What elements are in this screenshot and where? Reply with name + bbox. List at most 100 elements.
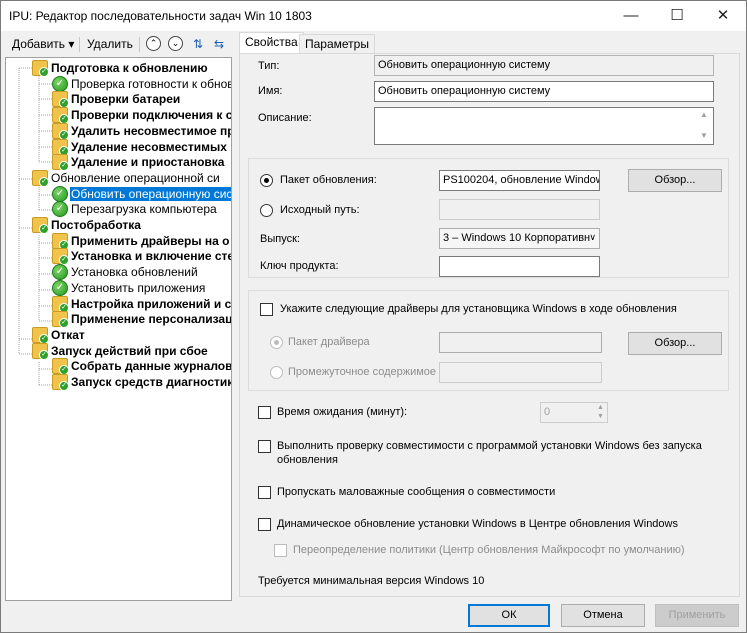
- check-badge-icon: ✓: [39, 350, 49, 360]
- reorder-icon[interactable]: ⇅: [190, 36, 206, 52]
- tab-properties[interactable]: Свойства: [239, 32, 304, 54]
- tree-item-label: Настройка приложений и с: [71, 297, 232, 311]
- window-title: IPU: Редактор последовательности задач W…: [9, 9, 312, 23]
- compat-scan-label-2: обновления: [277, 454, 338, 466]
- tree-item-label: Подготовка к обновлению: [51, 61, 208, 75]
- scroll-down-icon[interactable]: ▼: [699, 132, 709, 140]
- task-tree[interactable]: ✓ Подготовка к обновлению ✓ Проверка готовн…: [5, 57, 232, 601]
- tree-item-label: Запуск действий при сбое: [51, 344, 208, 358]
- toolbar: Добавить ▾ Удалить ⌃ ⌄ ⇅ ⇆: [1, 32, 237, 56]
- compat-scan-label-1: Выполнить проверку совместимости с прогр…: [277, 440, 702, 452]
- dynamic-update-label: Динамическое обновление установки Window…: [277, 518, 678, 530]
- timeout-label: Время ожидания (минут):: [277, 406, 408, 418]
- check-badge-icon: ✓: [59, 318, 69, 328]
- timeout-spinner[interactable]: ▲ ▼: [593, 403, 608, 422]
- folder-check-icon: ✓: [52, 107, 69, 124]
- dynamic-update-checkbox[interactable]: [258, 518, 271, 531]
- tree-item-label: Применение персонализаци: [71, 312, 232, 326]
- move-up-icon[interactable]: ⌃: [146, 36, 161, 51]
- compat-scan-checkbox[interactable]: [258, 440, 271, 453]
- type-field: Обновить операционную систему: [374, 55, 714, 76]
- tree-item-label: Собрать данные журналов: [71, 359, 232, 373]
- min-version-note: Требуется минимальная версия Windows 10: [258, 575, 485, 587]
- check-badge-icon: ✓: [59, 161, 69, 171]
- tree-item-label: Удаление и приостановка: [71, 155, 225, 169]
- tree-item-label: Запуск средств диагностик: [71, 375, 232, 389]
- tree-item-label: Применить драйверы на о: [71, 234, 230, 248]
- folder-check-icon: ✓: [32, 60, 49, 77]
- tree-item-label: Установка обновлений: [71, 265, 198, 279]
- staged-content-label: Промежуточное содержимое: [288, 366, 437, 378]
- override-policy-checkbox[interactable]: [274, 544, 287, 557]
- folder-check-icon: ✓: [32, 343, 49, 360]
- check-badge-icon: ✓: [39, 177, 49, 187]
- upgrade-package-field: PS100204, обновление Windows: [439, 170, 600, 191]
- tree-item-label: Перезагрузка компьютера: [71, 202, 217, 216]
- spin-down-icon[interactable]: ▼: [593, 412, 608, 422]
- browse-button[interactable]: Обзор...: [628, 169, 722, 192]
- ignore-dismissable-checkbox[interactable]: [258, 486, 271, 499]
- folder-check-icon: ✓: [32, 217, 49, 234]
- move-down-icon[interactable]: ⌄: [168, 36, 183, 51]
- description-textarea[interactable]: [374, 107, 714, 145]
- tree-item-label: Обновление операционной си: [51, 171, 220, 185]
- chevron-down-icon: ▾: [68, 37, 75, 51]
- close-button[interactable]: ✕: [700, 1, 746, 31]
- tree-item-label: Удаление несовместимых: [71, 140, 227, 154]
- upgrade-package-radio[interactable]: [260, 174, 273, 187]
- tree-item-label: Установка и включение сте: [71, 249, 232, 263]
- drivers-checkbox[interactable]: [260, 303, 273, 316]
- tab-options[interactable]: Параметры: [299, 34, 375, 54]
- driver-package-label: Пакет драйвера: [288, 336, 370, 348]
- driver-package-radio[interactable]: [270, 336, 283, 349]
- task-sequence-editor-window: IPU: Редактор последовательности задач W…: [0, 0, 747, 633]
- folder-check-icon: ✓: [32, 170, 49, 187]
- remove-button[interactable]: Удалить: [87, 37, 133, 51]
- folder-check-icon: ✓: [52, 374, 69, 391]
- scroll-up-icon[interactable]: ▲: [699, 111, 709, 119]
- add-menu-button[interactable]: Добавить ▾: [12, 37, 74, 51]
- staged-content-radio[interactable]: [270, 366, 283, 379]
- check-badge-icon: ✓: [39, 67, 49, 77]
- timeout-checkbox[interactable]: [258, 406, 271, 419]
- description-label: Описание:: [258, 112, 312, 124]
- driver-package-field: [439, 332, 602, 353]
- chevron-down-icon: ∨: [589, 232, 596, 242]
- type-label: Тип:: [258, 60, 280, 72]
- green-check-icon: ✓: [52, 264, 68, 280]
- staged-content-field: [439, 362, 602, 383]
- ignore-dismissable-label: Пропускать маловажные сообщения о совмес…: [277, 486, 556, 498]
- drivers-check-label: Укажите следующие драйверы для установщи…: [280, 303, 677, 315]
- folder-check-icon: ✓: [52, 311, 69, 328]
- title-bar: IPU: Редактор последовательности задач W…: [1, 1, 746, 31]
- source-path-label: Исходный путь:: [280, 204, 360, 216]
- folder-check-icon: ✓: [52, 248, 69, 265]
- green-check-icon: ✓: [52, 201, 68, 217]
- source-path-field: [439, 199, 600, 220]
- edition-label: Выпуск:: [260, 233, 300, 245]
- description-scrollbar[interactable]: ▲ ▼: [696, 108, 713, 144]
- driver-browse-button[interactable]: Обзор...: [628, 332, 722, 355]
- name-input[interactable]: Обновить операционную систему: [374, 81, 714, 102]
- ok-button[interactable]: ОК: [468, 604, 550, 627]
- green-check-icon: ✓: [52, 186, 68, 202]
- indent-icon[interactable]: ⇆: [211, 36, 227, 52]
- cancel-button[interactable]: Отмена: [561, 604, 645, 627]
- edition-select[interactable]: 3 – Windows 10 Корпоративн ∨: [439, 228, 600, 249]
- edition-value: 3 – Windows 10 Корпоративн: [443, 232, 591, 244]
- minimize-button[interactable]: —: [608, 1, 654, 31]
- tree-item-label: Откат: [51, 328, 85, 342]
- folder-check-icon: ✓: [52, 296, 69, 313]
- tree-item-label: Установить приложения: [71, 281, 206, 295]
- tree-item-label: Проверки подключения к с: [71, 108, 232, 122]
- maximize-button[interactable]: ☐: [654, 1, 700, 31]
- product-key-input[interactable]: [439, 256, 600, 277]
- folder-check-icon: ✓: [52, 154, 69, 171]
- folder-check-icon: ✓: [52, 123, 69, 140]
- product-key-label: Ключ продукта:: [260, 260, 339, 272]
- source-path-radio[interactable]: [260, 204, 273, 217]
- tree-item-label: Обновить операционную систем: [70, 187, 231, 201]
- tree-item-label: Постобработка: [51, 218, 141, 232]
- check-badge-icon: ✓: [59, 381, 69, 391]
- apply-button[interactable]: Применить: [655, 604, 739, 627]
